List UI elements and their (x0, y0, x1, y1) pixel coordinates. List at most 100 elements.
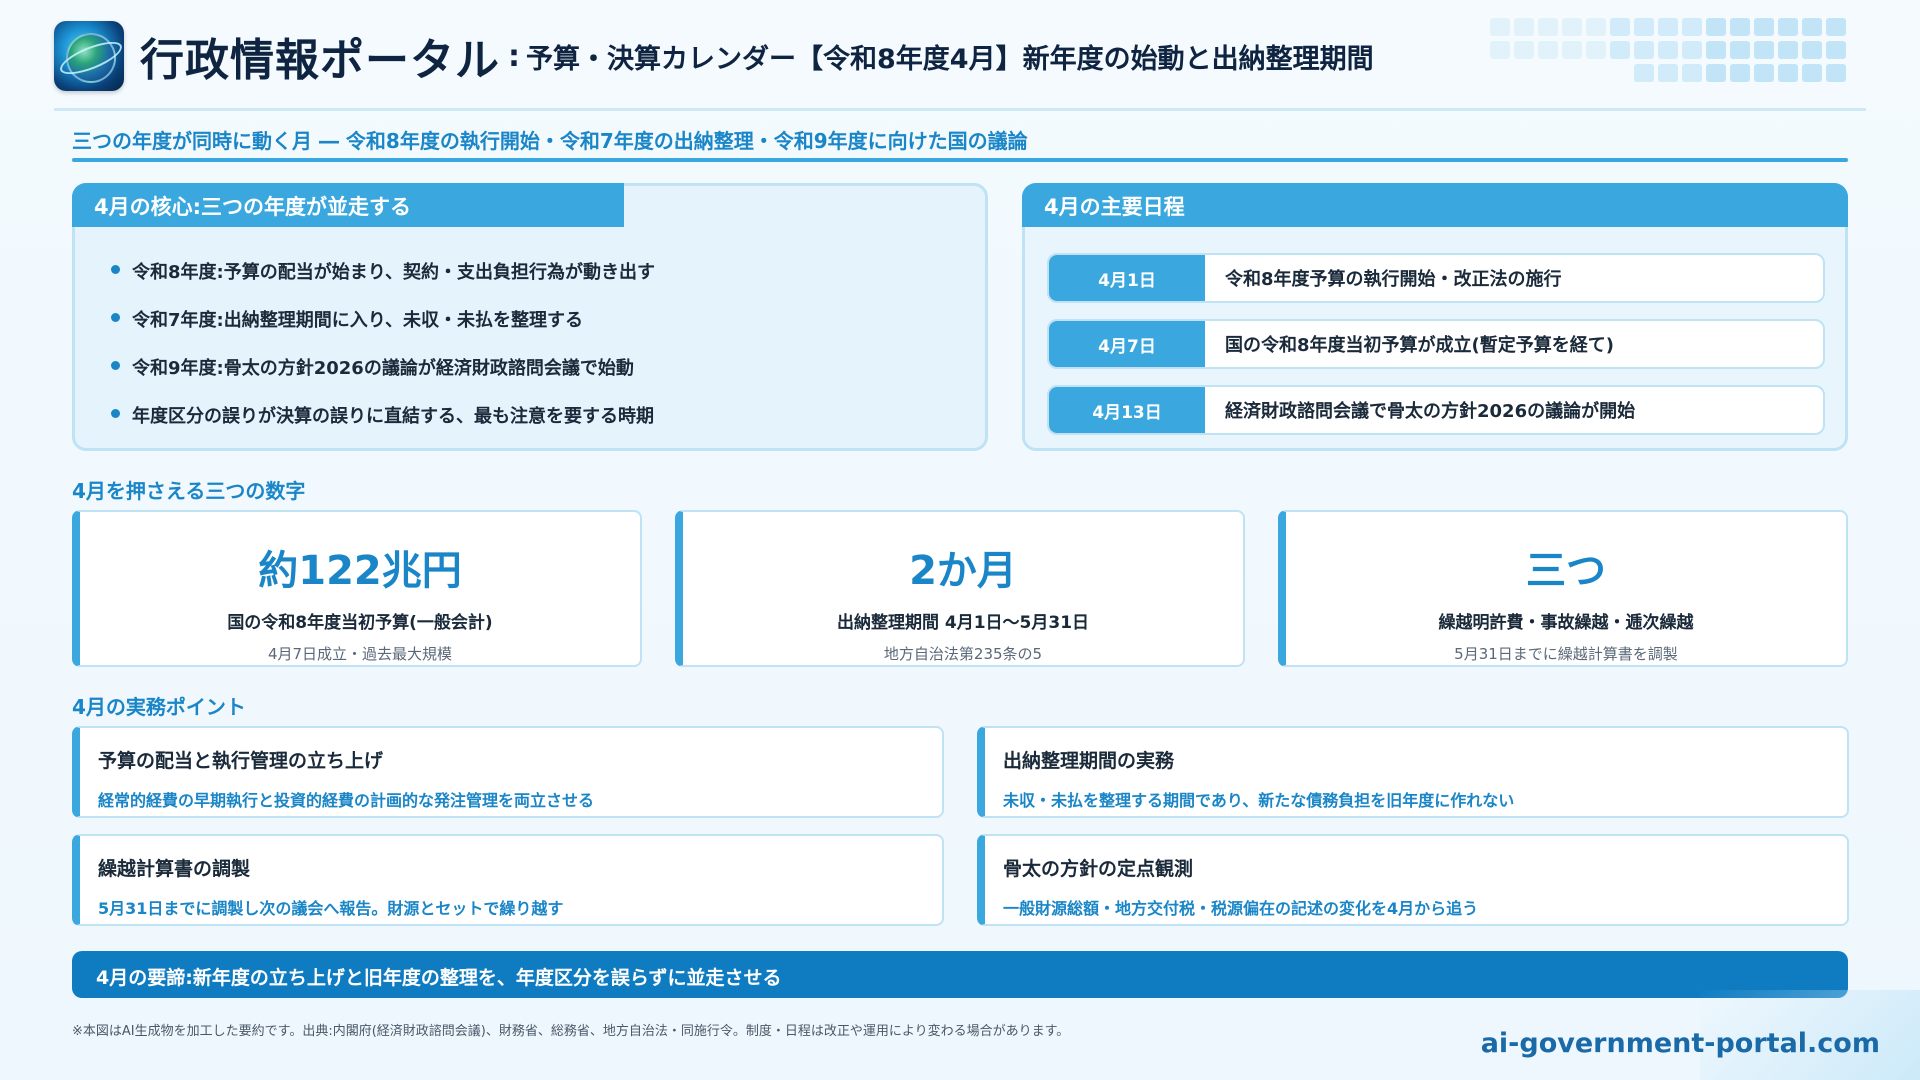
bullet-dot-icon (111, 265, 120, 274)
schedule-event: 令和8年度予算の執行開始・改正法の施行 (1225, 269, 1562, 290)
schedule-row: 4月1日 令和8年度予算の執行開始・改正法の施行 (1047, 253, 1825, 303)
schedule-event: 経済財政諮問会議で骨太の方針2026の議論が開始 (1225, 401, 1636, 422)
header: 行政情報ポータル : 予算・決算カレンダー【令和8年度4月】新年度の始動と出納整… (54, 20, 1374, 92)
subtitle-divider (72, 158, 1848, 162)
subtitle: 三つの年度が同時に動く月 ― 令和8年度の執行開始・令和7年度の出納整理・令和9… (72, 129, 1028, 153)
stat-value: 2か月 (909, 548, 1017, 594)
practice-point-card: 骨太の方針の定点観測 一般財源総額・地方交付税・税源偏在の記述の変化を4月から追… (977, 834, 1849, 926)
practice-point-card: 予算の配当と執行管理の立ち上げ 経常的経費の早期執行と投資的経費の計画的な発注管… (72, 726, 944, 818)
decorative-square (1730, 64, 1750, 82)
stat-card: 三つ 繰越明許費・事故繰越・逓次繰越 5月31日までに繰越計算書を調製 (1278, 510, 1848, 667)
point-title: 予算の配当と執行管理の立ち上げ (98, 750, 384, 772)
point-title: 繰越計算書の調製 (98, 858, 251, 880)
decorative-square (1826, 18, 1846, 36)
schedule-panel: 4月の主要日程 4月1日 令和8年度予算の執行開始・改正法の施行 4月7日 国の… (1022, 183, 1848, 451)
bullet-dot-icon (111, 409, 120, 418)
schedule-date: 4月7日 (1049, 321, 1205, 367)
decorative-square (1514, 18, 1534, 36)
decorative-square (1634, 64, 1654, 82)
points-section-label: 4月の実務ポイント (72, 695, 246, 719)
decorative-square (1610, 41, 1630, 59)
decorative-square (1682, 18, 1702, 36)
bullet-dot-icon (111, 313, 120, 322)
decorative-square (1658, 18, 1678, 36)
decorative-square (1778, 41, 1798, 59)
decorative-square (1562, 41, 1582, 59)
bullet-text: 令和7年度:出納整理期間に入り、未収・未払を整理する (132, 310, 584, 331)
decorative-square (1778, 18, 1798, 36)
practice-point-card: 出納整理期間の実務 未収・未払を整理する期間であり、新たな債務負担を旧年度に作れ… (977, 726, 1849, 818)
schedule-event: 国の令和8年度当初予算が成立(暫定予算を経て) (1225, 335, 1614, 356)
bullet-dot-icon (111, 361, 120, 370)
bullet-text: 令和8年度:予算の配当が始まり、契約・支出負担行為が動き出す (132, 262, 655, 283)
point-description: 未収・未払を整理する期間であり、新たな債務負担を旧年度に作れない (1003, 791, 1515, 810)
decorative-square (1802, 41, 1822, 59)
stat-caption: 出納整理期間 4月1日〜5月31日 (836, 613, 1090, 633)
list-item: 年度区分の誤りが決算の誤りに直結する、最も注意を要する時期 (111, 402, 655, 450)
practice-point-card: 繰越計算書の調製 5月31日までに調製し次の議会へ報告。財源とセットで繰り越す (72, 834, 944, 926)
core-bullet-list: 令和8年度:予算の配当が始まり、契約・支出負担行為が動き出す 令和7年度:出納整… (111, 258, 655, 450)
core-panel: 4月の核心:三つの年度が並走する 令和8年度:予算の配当が始まり、契約・支出負担… (72, 183, 988, 451)
point-title: 骨太の方針の定点観測 (1003, 858, 1194, 880)
schedule-row: 4月7日 国の令和8年度当初予算が成立(暫定予算を経て) (1047, 319, 1825, 369)
decorative-square (1682, 41, 1702, 59)
decorative-square (1610, 18, 1630, 36)
decorative-square (1634, 41, 1654, 59)
stat-note: 4月7日成立・過去最大規模 (267, 645, 453, 663)
page: 行政情報ポータル : 予算・決算カレンダー【令和8年度4月】新年度の始動と出納整… (0, 0, 1920, 1080)
decorative-square (1562, 18, 1582, 36)
decorative-square (1658, 41, 1678, 59)
stat-card: 約122兆円 国の令和8年度当初予算(一般会計) 4月7日成立・過去最大規模 (72, 510, 642, 667)
decorative-square (1778, 64, 1798, 82)
decorative-square (1754, 41, 1774, 59)
decorative-squares (1480, 18, 1860, 90)
decorative-square (1754, 64, 1774, 82)
list-item: 令和7年度:出納整理期間に入り、未収・未払を整理する (111, 306, 655, 354)
footnote: ※本図はAI生成物を加工した要約です。出典:内閣府(経済財政諮問会議)、財務省、… (72, 1024, 1070, 1039)
decorative-square (1586, 41, 1606, 59)
decorative-square (1682, 64, 1702, 82)
decorative-square (1538, 41, 1558, 59)
site-url: ai-government-portal.com (1480, 1028, 1880, 1059)
bullet-text: 年度区分の誤りが決算の誤りに直結する、最も注意を要する時期 (132, 406, 654, 427)
stat-caption: 繰越明許費・事故繰越・逓次繰越 (1438, 613, 1694, 633)
decorative-square (1706, 18, 1726, 36)
stat-value: 約122兆円 (258, 548, 462, 594)
schedule-panel-heading: 4月の主要日程 (1022, 183, 1848, 227)
decorative-square (1490, 18, 1510, 36)
decorative-square (1706, 64, 1726, 82)
decorative-square (1754, 18, 1774, 36)
decorative-square (1730, 41, 1750, 59)
point-description: 5月31日までに調製し次の議会へ報告。財源とセットで繰り越す (98, 899, 564, 918)
decorative-square (1730, 18, 1750, 36)
list-item: 令和8年度:予算の配当が始まり、契約・支出負担行為が動き出す (111, 258, 655, 306)
point-description: 経常的経費の早期執行と投資的経費の計画的な発注管理を両立させる (98, 791, 595, 810)
core-panel-heading: 4月の核心:三つの年度が並走する (72, 183, 624, 227)
schedule-row: 4月13日 経済財政諮問会議で骨太の方針2026の議論が開始 (1047, 385, 1825, 435)
decorative-square (1634, 18, 1654, 36)
decorative-square (1826, 64, 1846, 82)
header-divider (54, 108, 1866, 111)
decorative-square (1514, 41, 1534, 59)
brand-name: 行政情報ポータル (140, 35, 500, 86)
decorative-square (1802, 64, 1822, 82)
decorative-square (1826, 41, 1846, 59)
stat-note: 5月31日までに繰越計算書を調製 (1454, 645, 1678, 663)
summary-banner: 4月の要諦:新年度の立ち上げと旧年度の整理を、年度区分を誤らずに並走させる (72, 951, 1848, 998)
decorative-square (1706, 41, 1726, 59)
bullet-text: 令和9年度:骨太の方針2026の議論が経済財政諮問会議で始動 (132, 358, 634, 379)
stat-value: 三つ (1526, 548, 1606, 594)
globe-logo-icon (54, 21, 124, 91)
point-title: 出納整理期間の実務 (1003, 750, 1175, 772)
page-title: 予算・決算カレンダー【令和8年度4月】新年度の始動と出納整理期間 (526, 43, 1374, 75)
title-separator: : (508, 38, 520, 74)
decorative-square (1658, 64, 1678, 82)
point-description: 一般財源総額・地方交付税・税源偏在の記述の変化を4月から追う (1003, 899, 1479, 918)
stat-note: 地方自治法第235条の5 (883, 645, 1043, 663)
schedule-date: 4月1日 (1049, 255, 1205, 301)
schedule-date: 4月13日 (1049, 387, 1205, 433)
stat-caption: 国の令和8年度当初予算(一般会計) (227, 613, 493, 633)
decorative-square (1538, 18, 1558, 36)
decorative-square (1490, 41, 1510, 59)
stat-card: 2か月 出納整理期間 4月1日〜5月31日 地方自治法第235条の5 (675, 510, 1245, 667)
